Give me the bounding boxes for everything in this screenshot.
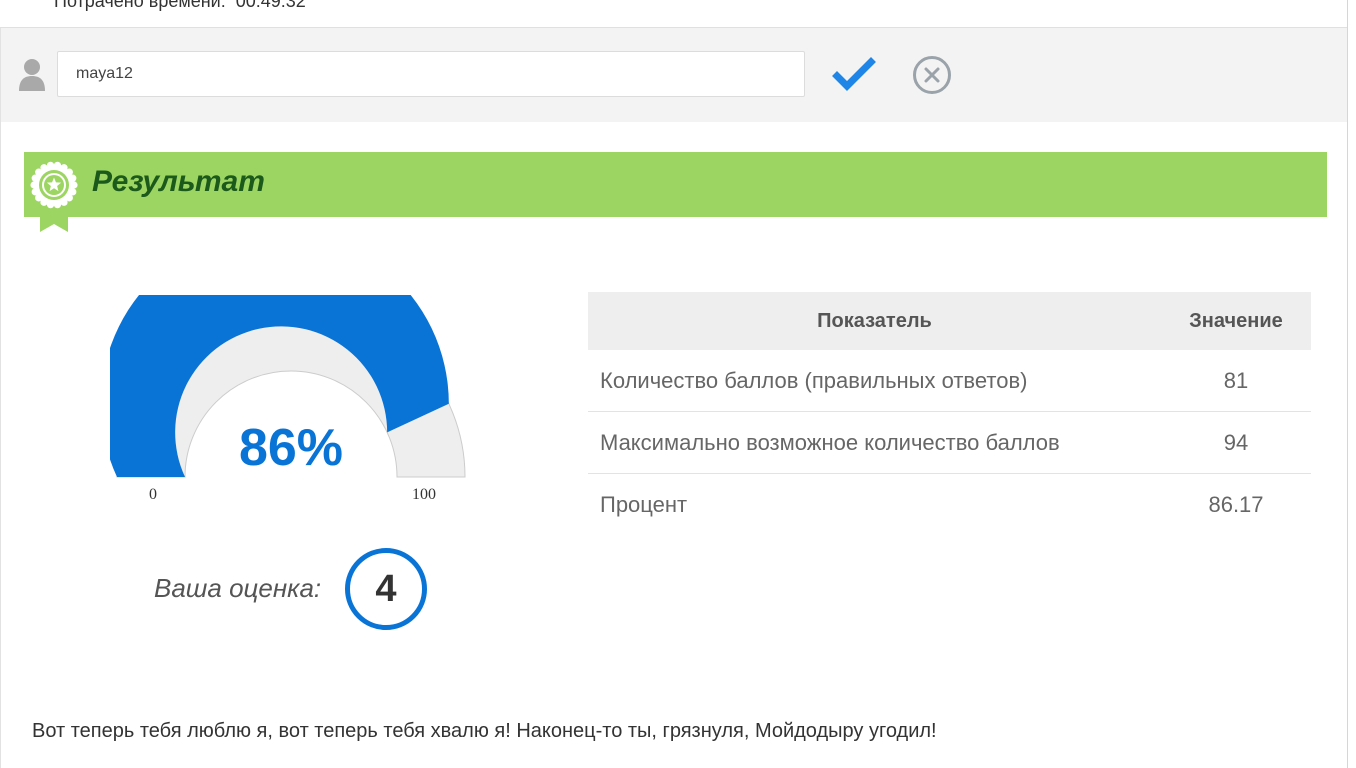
column-header-value: Значение xyxy=(1161,292,1311,350)
name-input[interactable] xyxy=(57,51,805,97)
cancel-button[interactable] xyxy=(911,54,953,96)
stat-value: 94 xyxy=(1161,411,1311,474)
stats-header-row: Показатель Значение xyxy=(588,292,1311,350)
page-right-border xyxy=(1347,0,1348,768)
award-ribbon-icon xyxy=(30,161,78,232)
stat-name: Количество баллов (правильных ответов) xyxy=(588,350,1161,412)
checkmark-icon xyxy=(832,57,876,91)
table-row: Максимально возможное количество баллов … xyxy=(588,411,1311,474)
time-spent: Потрачено времени: 00:49:32 xyxy=(54,0,306,12)
gauge-min-label: 0 xyxy=(149,486,157,503)
close-circle-icon xyxy=(913,56,951,94)
stat-value: 86.17 xyxy=(1208,491,1264,517)
gauge-percent-value: 86% xyxy=(238,419,344,477)
time-spent-label: Потрачено времени: xyxy=(54,0,226,11)
table-row: Процент 86.17 xyxy=(588,474,1311,536)
user-icon xyxy=(19,59,45,91)
name-bar xyxy=(1,28,1347,122)
confirm-button[interactable] xyxy=(831,54,877,94)
column-header-indicator: Показатель xyxy=(588,292,1161,350)
stat-name: Процент xyxy=(600,491,688,517)
stat-name: Максимально возможное количество баллов xyxy=(588,411,1161,474)
time-spent-value: 00:49:32 xyxy=(235,0,306,11)
stats-table: Показатель Значение Количество баллов (п… xyxy=(588,292,1311,535)
grade-label: Ваша оценка: xyxy=(154,573,322,603)
result-message: Вот теперь тебя люблю я, вот теперь тебя… xyxy=(32,720,937,742)
grade-badge: 4 xyxy=(345,548,427,630)
result-page: Потрачено времени:00:49:32 Р xyxy=(0,0,1356,768)
result-title: Результат xyxy=(92,165,265,198)
grade-value: 4 xyxy=(375,567,397,610)
gauge-max-label: 100 xyxy=(412,486,436,503)
table-row: Количество баллов (правильных ответов) 8… xyxy=(588,350,1311,412)
stat-value: 81 xyxy=(1161,350,1311,412)
time-spent-strip: Потрачено времени: 00:49:32 xyxy=(0,0,1347,28)
